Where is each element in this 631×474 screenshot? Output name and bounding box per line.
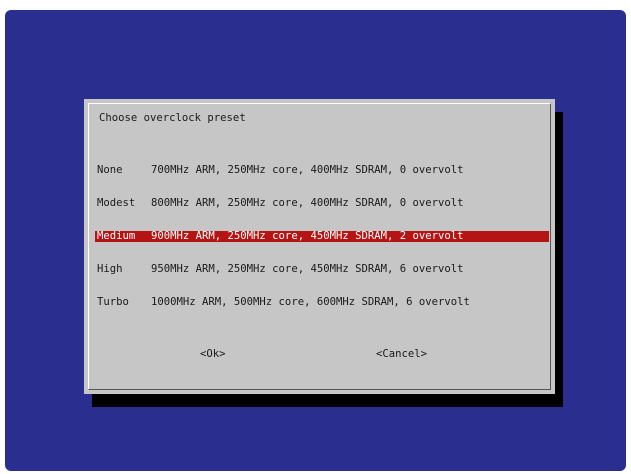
item-name: Medium [97, 230, 136, 242]
menu-item-high[interactable]: High 950MHz ARM, 250MHz core, 450MHz SDRA… [95, 264, 549, 275]
item-description: 700MHz ARM, 250MHz core, 400MHz SDRAM, 0… [151, 164, 464, 176]
item-name: None [97, 164, 123, 176]
item-name: Turbo [97, 296, 129, 308]
item-description: 900MHz ARM, 250MHz core, 450MHz SDRAM, 2… [151, 230, 464, 242]
menu-item-turbo[interactable]: Turbo 1000MHz ARM, 500MHz core, 600MHz SD… [95, 297, 549, 308]
item-description: 1000MHz ARM, 500MHz core, 600MHz SDRAM, … [151, 296, 470, 308]
item-description: 800MHz ARM, 250MHz core, 400MHz SDRAM, 0… [151, 197, 464, 209]
preset-menu: None 700MHz ARM, 250MHz core, 400MHz SDRA… [95, 143, 549, 330]
cancel-button[interactable]: <Cancel> [376, 349, 427, 360]
menu-item-none[interactable]: None 700MHz ARM, 250MHz core, 400MHz SDRA… [95, 165, 549, 176]
menu-item-modest[interactable]: Modest 800MHz ARM, 250MHz core, 400MHz SD… [95, 198, 549, 209]
dialog-title: Choose overclock preset [99, 112, 246, 124]
menu-item-medium[interactable]: Medium 900MHz ARM, 250MHz core, 450MHz SD… [95, 231, 549, 242]
item-name: High [97, 263, 123, 275]
item-description: 950MHz ARM, 250MHz core, 450MHz SDRAM, 6… [151, 263, 464, 275]
ok-button[interactable]: <Ok> [200, 349, 226, 360]
overclock-dialog: Choose overclock preset None 700MHz ARM, … [84, 99, 555, 394]
item-name: Modest [97, 197, 136, 209]
